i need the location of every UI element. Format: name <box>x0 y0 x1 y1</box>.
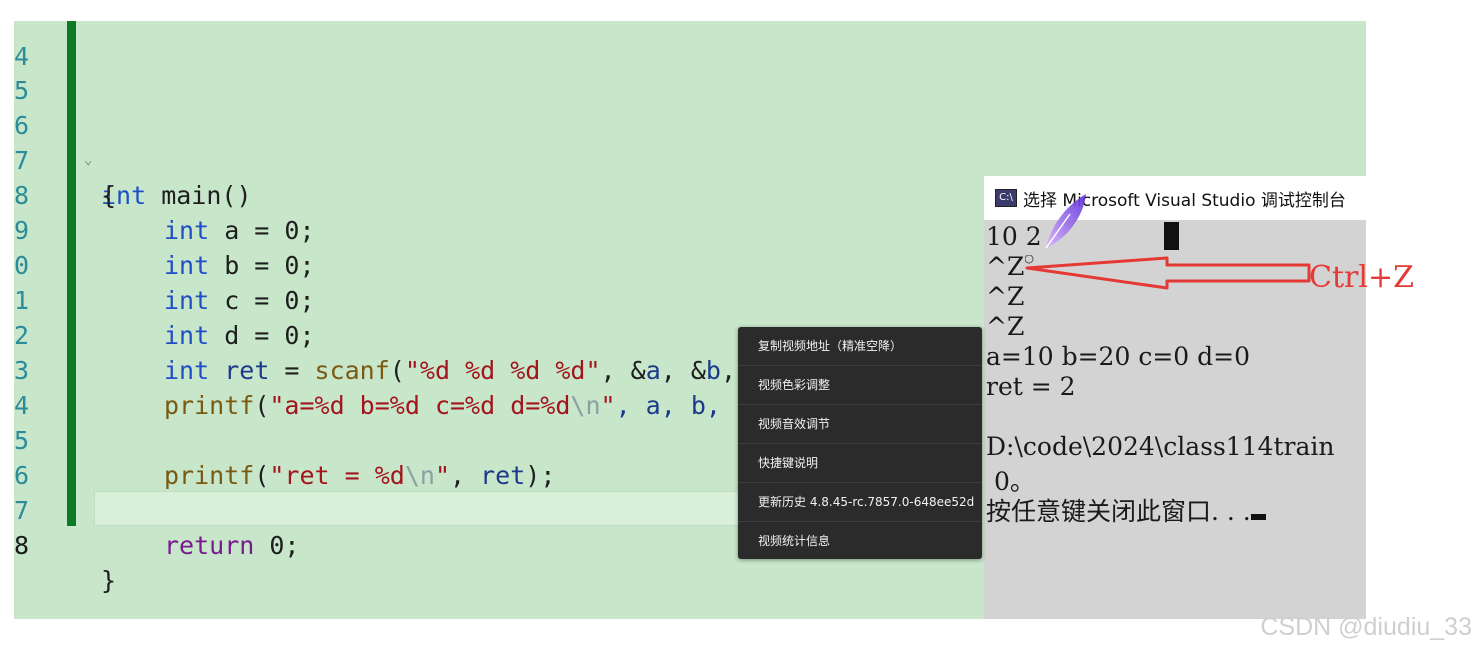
menu-item-audio-adjust[interactable]: 视频音效调节 <box>738 405 982 444</box>
code-line: 8 int a = 0; <box>14 143 315 245</box>
code-line: 5 <box>14 38 74 105</box>
annotation-label: Ctrl+Z <box>1309 260 1414 295</box>
code-text[interactable]: printf("ret = %d\n", ret); <box>164 458 555 493</box>
console-line: ^Z <box>986 252 1025 281</box>
console-line: ret = 2 <box>986 372 1076 401</box>
code-line: 3 printf("a=%d b=%d c=%d d=%d\n", a, b, … <box>14 318 826 420</box>
context-menu[interactable]: 复制视频地址（精准空降） 视频色彩调整 视频音效调节 快捷键说明 更新历史 4.… <box>738 327 982 559</box>
code-text[interactable]: int b = 0; <box>164 248 315 283</box>
code-line: 7 { <box>14 108 116 210</box>
code-line: 1 int d = 0; <box>14 248 315 350</box>
menu-item-video-stats[interactable]: 视频统计信息 <box>738 522 982 560</box>
menu-item-update-history[interactable]: 更新历史 4.8.45-rc.7857.0-648ee52d <box>738 483 982 522</box>
console-line: ^Z <box>986 282 1025 311</box>
code-text[interactable]: return 0; <box>164 528 299 563</box>
code-text[interactable]: { <box>101 178 116 213</box>
line-number: 8 <box>14 531 30 560</box>
current-line-highlight <box>94 491 794 526</box>
console-app-icon: C:\ <box>995 189 1017 207</box>
code-line: 2 int ret = scanf("%d %d %d %d", &a, &b,… <box>14 283 872 385</box>
code-text[interactable]: int c = 0; <box>164 283 315 318</box>
code-line: 5 printf("ret = %d\n", ret); <box>14 388 555 490</box>
code-line: 6 ⌄ int main() <box>14 73 252 210</box>
code-line: 0 int c = 0; <box>14 213 315 315</box>
console-line: a=10 b=20 c=0 d=0 <box>986 342 1250 371</box>
menu-item-copy-video-url[interactable]: 复制视频地址（精准空降） <box>738 327 982 366</box>
code-line: 4 <box>14 353 74 420</box>
code-text[interactable]: int main() <box>101 178 252 213</box>
console-line: D:\code\2024\class114train <box>986 432 1335 461</box>
text-cursor <box>1164 222 1179 250</box>
code-text[interactable]: int d = 0; <box>164 318 315 353</box>
console-line: 按任意键关闭此窗口. . . <box>986 492 1266 528</box>
menu-item-color-adjust[interactable]: 视频色彩调整 <box>738 366 982 405</box>
text-cursor <box>1250 514 1266 520</box>
code-line: 6 <box>14 423 74 490</box>
code-text[interactable]: } <box>101 563 116 598</box>
feather-cursor-icon <box>1045 194 1086 249</box>
fold-chevron-icon[interactable]: ⌄ <box>84 143 92 178</box>
console-line: ^Z <box>986 312 1025 341</box>
code-text[interactable]: printf("a=%d b=%d c=%d d=%d\n", a, b, c,… <box>164 388 826 423</box>
console-line: 10 2 <box>986 222 1042 251</box>
code-line: 9 int b = 0; <box>14 178 315 280</box>
code-line: 8 } <box>14 493 116 595</box>
menu-item-shortcuts[interactable]: 快捷键说明 <box>738 444 982 483</box>
code-line: 4 <box>14 21 74 71</box>
code-text[interactable]: int a = 0; <box>164 213 315 248</box>
code-line: 7 return 0; <box>14 458 299 560</box>
watermark: CSDN @diudiu_33 <box>1260 613 1472 641</box>
red-arrow-icon <box>1025 255 1311 290</box>
